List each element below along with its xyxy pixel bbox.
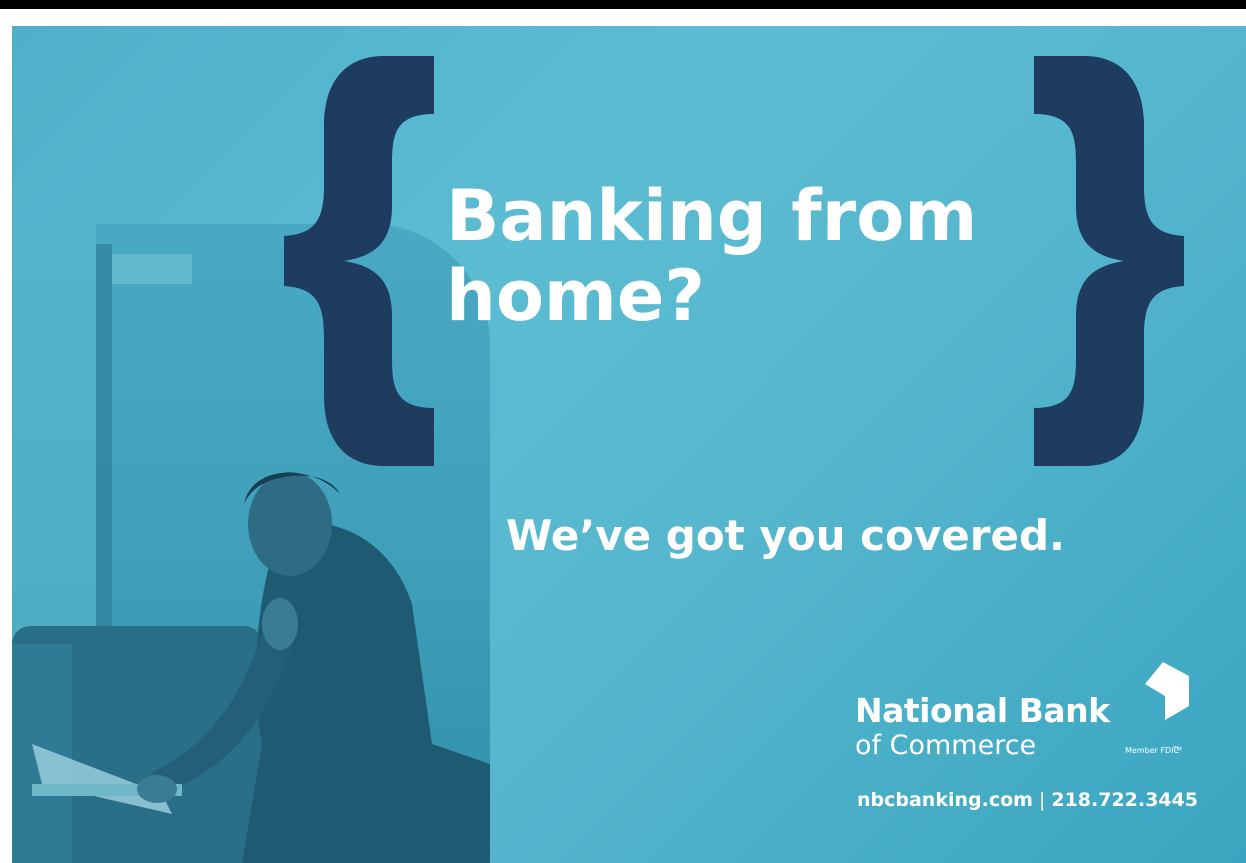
bank-name: National Bank (855, 691, 1110, 730)
advertisement-banner: Banking from home? We’ve got you covered… (12, 26, 1246, 863)
left-curly-brace-icon (284, 56, 434, 466)
website-link: nbcbanking.com (857, 789, 1033, 811)
member-fdic-label: Member FDIC (1125, 746, 1180, 755)
bank-logo: National Bank of Commerce TM Member FDIC (855, 662, 1195, 772)
contact-line: nbcbanking.com | 218.722.3445 (857, 788, 1198, 812)
bank-cube-logo-icon (1145, 662, 1189, 720)
top-border (0, 0, 1246, 9)
subheadline: We’ve got you covered. (506, 511, 1065, 560)
phone-number: 218.722.3445 (1051, 789, 1198, 811)
bank-name-sub: of Commerce (855, 730, 1037, 761)
contact-separator: | (1038, 789, 1046, 811)
headline: Banking from home? (446, 175, 978, 337)
